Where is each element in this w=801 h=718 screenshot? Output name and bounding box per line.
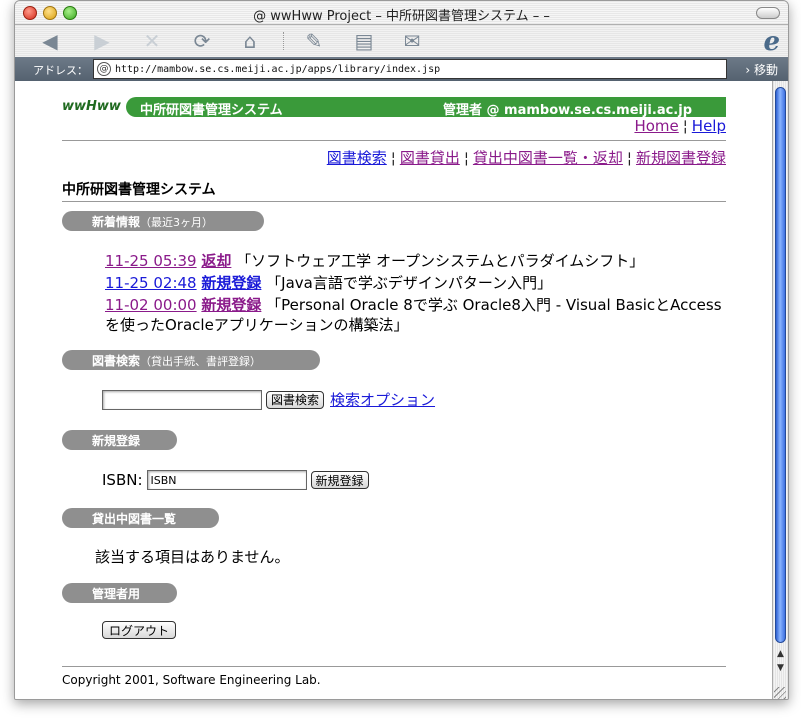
back-icon[interactable]: ◀ bbox=[37, 29, 63, 53]
section-lent-header: 貸出中図書一覧 bbox=[62, 508, 219, 528]
search-button[interactable]: 図書検索 bbox=[266, 390, 325, 409]
page-title: 中所研図書管理システム bbox=[62, 182, 216, 198]
top-links: Home ¦ Help bbox=[634, 117, 726, 135]
news-title: 「Personal Oracle 8で学ぶ Oracle8入門 - Visual… bbox=[105, 296, 722, 334]
go-button[interactable]: › 移動 bbox=[745, 61, 778, 78]
news-datetime-link[interactable]: 11-25 02:48 bbox=[105, 274, 197, 292]
nav-search-link[interactable]: 図書検索 bbox=[327, 149, 387, 167]
autofill-icon[interactable]: ✎ bbox=[301, 29, 327, 53]
copyright: Copyright 2001, Software Engineering Lab… bbox=[62, 673, 321, 687]
news-title: 「ソフトウェア工学 オープンシステムとパラダイムシフト」 bbox=[236, 252, 645, 270]
news-item: 11-02 00:00 新規登録 「Personal Oracle 8で学ぶ O… bbox=[105, 295, 725, 335]
isbn-input[interactable] bbox=[146, 470, 307, 490]
forward-icon[interactable]: ▶ bbox=[89, 29, 115, 53]
title-bar: @ wwHww Project – 中所研図書管理システム – – bbox=[15, 1, 788, 25]
refresh-icon[interactable]: ⟳ bbox=[189, 29, 215, 53]
section-admin-header: 管理者用 bbox=[62, 583, 177, 603]
register-button[interactable]: 新規登録 bbox=[310, 471, 369, 489]
search-options-link[interactable]: 検索オプション bbox=[330, 389, 435, 410]
toolbar-separator bbox=[283, 32, 284, 50]
window-title: @ wwHww Project – 中所研図書管理システム – – bbox=[253, 9, 550, 24]
nav-lent-list-link[interactable]: 貸出中図書一覧・返却 bbox=[473, 149, 623, 167]
link-separator: ¦ bbox=[682, 117, 688, 135]
section-news-header: 新着情報（最近3ヶ月） bbox=[62, 211, 264, 231]
section-search-header: 図書検索（貸出手続、書評登録） bbox=[62, 350, 320, 370]
search-form: 図書検索 検索オプション bbox=[102, 389, 435, 410]
brand-logo: wwHww bbox=[62, 99, 121, 114]
section-title: 管理者用 bbox=[92, 587, 141, 601]
system-name: 中所研図書管理システム bbox=[140, 103, 283, 118]
logout-button[interactable]: ログアウト bbox=[102, 621, 176, 639]
scroll-thumb[interactable] bbox=[775, 87, 786, 643]
isbn-label: ISBN: bbox=[102, 471, 143, 489]
register-form: ISBN: 新規登録 bbox=[102, 470, 369, 490]
section-title: 図書検索 bbox=[92, 354, 141, 368]
header-banner: 中所研図書管理システム 管理者 @ mambow.se.cs.meiji.ac.… bbox=[126, 97, 726, 118]
home-link[interactable]: Home bbox=[634, 117, 678, 135]
nav-register-link[interactable]: 新規図書登録 bbox=[636, 149, 726, 167]
divider bbox=[62, 140, 726, 141]
scroll-down-arrow-icon[interactable]: ▼ bbox=[775, 661, 786, 675]
address-bar: アドレス： @ http://mambow.se.cs.meiji.ac.jp/… bbox=[15, 57, 788, 81]
section-title: 新規登録 bbox=[92, 434, 141, 448]
print-icon[interactable]: ▤ bbox=[351, 29, 377, 53]
news-tag-link[interactable]: 新規登録 bbox=[201, 296, 261, 314]
toolbar-toggle-button[interactable] bbox=[756, 7, 780, 19]
page-icon: @ bbox=[97, 62, 111, 76]
news-title: 「Java言語で学ぶデザインパターン入門」 bbox=[266, 274, 553, 292]
divider bbox=[62, 666, 726, 667]
section-subtitle: （最近3ヶ月） bbox=[140, 216, 214, 229]
section-title: 貸出中図書一覧 bbox=[92, 512, 177, 526]
address-label: アドレス： bbox=[33, 64, 88, 77]
help-link[interactable]: Help bbox=[692, 117, 726, 135]
ie-logo-icon: e bbox=[763, 27, 780, 57]
mail-icon[interactable]: ✉ bbox=[399, 29, 425, 53]
news-datetime-link[interactable]: 11-02 00:00 bbox=[105, 296, 197, 314]
main-nav: 図書検索 ¦ 図書貸出 ¦ 貸出中図書一覧・返却 ¦ 新規図書登録 bbox=[327, 147, 726, 168]
section-title: 新着情報 bbox=[92, 215, 141, 229]
empty-message: 該当する項目はありません。 bbox=[95, 548, 290, 566]
news-item: 11-25 05:39 返却 「ソフトウェア工学 オープンシステムとパラダイムシ… bbox=[105, 251, 725, 271]
nav-lend-link[interactable]: 図書貸出 bbox=[400, 149, 460, 167]
news-item: 11-25 02:48 新規登録 「Java言語で学ぶデザインパターン入門」 bbox=[105, 273, 725, 293]
news-datetime-link[interactable]: 11-25 05:39 bbox=[105, 252, 197, 270]
divider bbox=[62, 201, 726, 202]
link-separator: ¦ bbox=[626, 149, 632, 167]
vertical-scrollbar[interactable]: ▲ ▼ bbox=[772, 81, 788, 699]
admin-info: 管理者 @ mambow.se.cs.meiji.ac.jp bbox=[443, 103, 692, 118]
browser-toolbar: ◀ ▶ ✕ ⟳ ⌂ ✎ ▤ ✉ e bbox=[15, 25, 788, 57]
scroll-up-arrow-icon[interactable]: ▲ bbox=[775, 647, 786, 661]
news-tag-link[interactable]: 新規登録 bbox=[201, 274, 261, 292]
section-subtitle: （貸出手続、書評登録） bbox=[140, 355, 262, 368]
admin-actions: ログアウト bbox=[102, 621, 176, 639]
page-content: wwHww 中所研図書管理システム 管理者 @ mambow.se.cs.mei… bbox=[15, 81, 772, 699]
site-header: wwHww 中所研図書管理システム 管理者 @ mambow.se.cs.mei… bbox=[62, 97, 726, 118]
link-separator: ¦ bbox=[463, 149, 469, 167]
news-tag-link[interactable]: 返却 bbox=[201, 252, 231, 270]
stop-icon[interactable]: ✕ bbox=[139, 29, 165, 53]
browser-window: @ wwHww Project – 中所研図書管理システム – – ◀ ▶ ✕ … bbox=[14, 0, 789, 700]
link-separator: ¦ bbox=[390, 149, 396, 167]
section-register-header: 新規登録 bbox=[62, 430, 177, 450]
home-icon[interactable]: ⌂ bbox=[237, 29, 263, 53]
resize-grip-icon[interactable] bbox=[774, 687, 786, 699]
search-input[interactable] bbox=[102, 389, 262, 410]
address-field[interactable]: @ http://mambow.se.cs.meiji.ac.jp/apps/l… bbox=[93, 59, 727, 79]
address-url[interactable]: http://mambow.se.cs.meiji.ac.jp/apps/lib… bbox=[115, 64, 440, 75]
